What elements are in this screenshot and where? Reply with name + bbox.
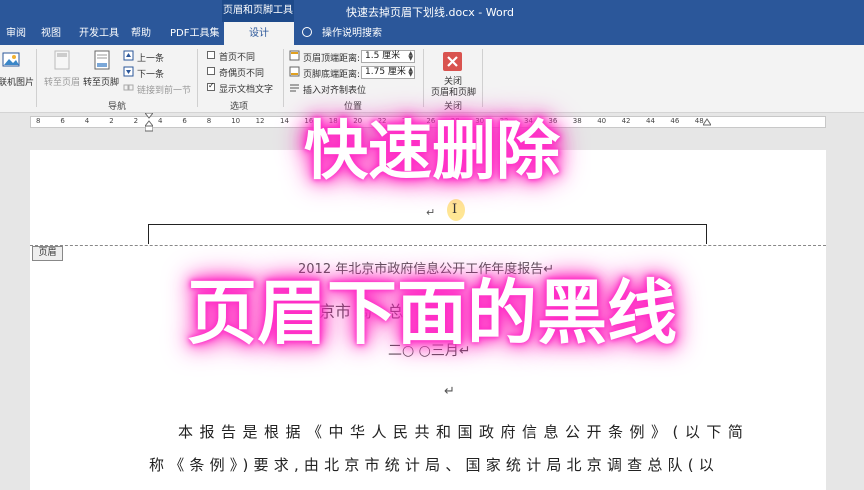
tab-pdf-tools[interactable]: PDF工具集 bbox=[170, 22, 219, 45]
body-paragraph-line: 本报告是根据《中华人民共和国政府信息公开条例》(以下简 bbox=[178, 423, 750, 441]
header-margin-corner-right bbox=[706, 224, 707, 244]
next-button[interactable]: 下一条 bbox=[137, 67, 164, 80]
goto-header-icon bbox=[54, 50, 70, 70]
insert-align-tab-button[interactable]: 插入对齐制表位 bbox=[303, 83, 366, 96]
document-title: 快速去掉页眉下划线.docx - Word bbox=[346, 6, 515, 19]
online-picture-icon bbox=[2, 52, 20, 67]
close-icon bbox=[443, 52, 462, 71]
header-top-icon bbox=[289, 50, 300, 61]
show-document-text-checkbox[interactable] bbox=[207, 81, 215, 91]
lightbulb-icon bbox=[302, 27, 312, 37]
tab-developer[interactable]: 开发工具 bbox=[79, 22, 119, 45]
ribbon-tabs: 审阅 视图 开发工具 帮助 PDF工具集 设计 bbox=[0, 22, 864, 45]
online-picture-button[interactable]: 联机图片 bbox=[0, 75, 34, 88]
ribbon-separator bbox=[423, 49, 424, 107]
header-top-spinner[interactable]: 1.5 厘米 ▲ ▼ bbox=[361, 50, 415, 63]
footer-bottom-label: 页脚底端距离: bbox=[303, 70, 361, 80]
tab-help[interactable]: 帮助 bbox=[131, 22, 151, 45]
empty-paragraph-mark: ↵ bbox=[444, 384, 455, 399]
footer-bottom-value: 1.75 厘米 bbox=[365, 67, 406, 77]
header-tag: 页眉 bbox=[32, 246, 63, 261]
different-first-page-checkbox[interactable] bbox=[207, 51, 215, 59]
header-paragraph-mark: ↵ bbox=[426, 206, 436, 219]
text-cursor-icon: I bbox=[452, 202, 458, 217]
navigation-group-label: 导航 bbox=[108, 102, 127, 112]
link-to-previous-button[interactable]: 链接到前一节 bbox=[137, 83, 191, 96]
close-group-label: 关闭 bbox=[444, 102, 463, 112]
footer-bottom-icon bbox=[289, 66, 300, 77]
ribbon-separator bbox=[197, 49, 198, 107]
tell-me-search[interactable]: 操作说明搜索 bbox=[322, 22, 382, 45]
close-header-footer-label: 页眉和页脚 bbox=[431, 88, 477, 98]
goto-footer-button[interactable]: 转至页脚 bbox=[83, 75, 119, 88]
different-odd-even-checkbox[interactable] bbox=[207, 67, 215, 75]
ribbon-separator bbox=[36, 49, 37, 107]
overlay-caption-line2: 页眉下面的黑线 bbox=[187, 272, 677, 354]
ribbon-separator bbox=[482, 49, 483, 107]
next-icon bbox=[123, 66, 134, 77]
header-boundary-dashed-line bbox=[30, 245, 826, 246]
tab-review[interactable]: 审阅 bbox=[6, 22, 26, 45]
previous-icon bbox=[123, 50, 134, 61]
align-tab-icon bbox=[290, 84, 299, 92]
spinner-arrows-icon[interactable]: ▲ ▼ bbox=[408, 51, 413, 62]
tab-view[interactable]: 视图 bbox=[41, 22, 61, 45]
header-margin-corner-left bbox=[148, 224, 149, 244]
overlay-caption-line1: 快速删除 bbox=[304, 115, 560, 189]
header-bottom-border-line[interactable] bbox=[148, 224, 706, 225]
header-top-value: 1.5 厘米 bbox=[365, 51, 401, 61]
goto-header-button[interactable]: 转至页眉 bbox=[44, 75, 80, 88]
footer-bottom-spinner[interactable]: 1.75 厘米 ▲ ▼ bbox=[361, 66, 415, 79]
ribbon-separator bbox=[283, 49, 284, 107]
body-paragraph-line: 称《条例》)要求,由北京市统计局、国家统计局北京调查总队(以 bbox=[149, 456, 719, 474]
goto-footer-icon bbox=[94, 50, 110, 70]
show-document-text-label: 显示文档文字 bbox=[219, 85, 274, 95]
tab-design[interactable]: 设计 bbox=[224, 22, 294, 45]
previous-button[interactable]: 上一条 bbox=[137, 51, 164, 64]
position-group-label: 位置 bbox=[344, 102, 363, 112]
options-group-label: 选项 bbox=[230, 102, 249, 112]
header-top-label: 页眉顶端距离: bbox=[303, 54, 361, 64]
link-icon bbox=[123, 84, 134, 91]
different-odd-even-label: 奇偶页不同 bbox=[219, 69, 265, 79]
context-tab-group-label: 页眉和页脚工具 bbox=[222, 0, 294, 22]
different-first-page-label: 首页不同 bbox=[219, 53, 256, 63]
spinner-arrows-icon[interactable]: ▲ ▼ bbox=[408, 67, 413, 78]
